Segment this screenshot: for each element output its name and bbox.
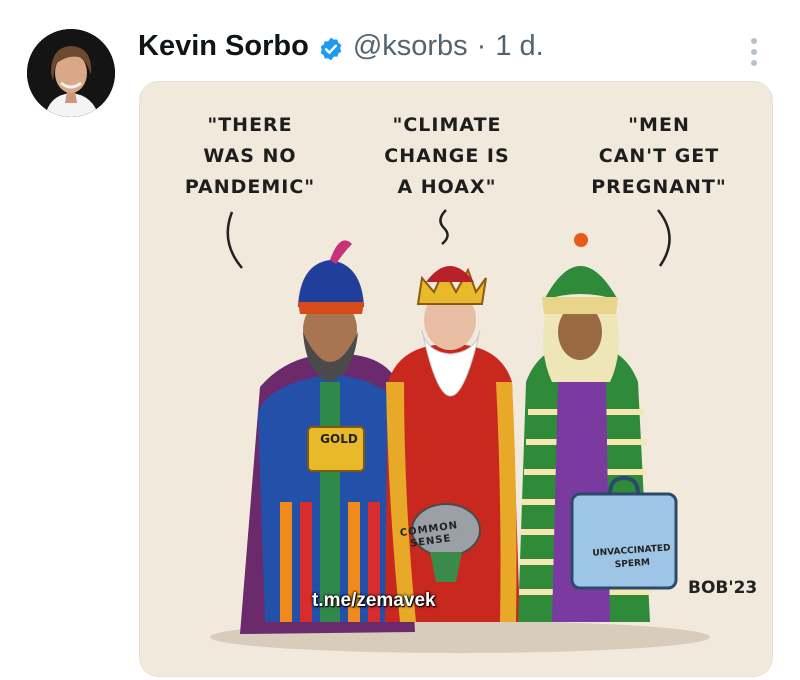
separator-dot: · [476, 30, 487, 62]
tweet-header: Kevin Sorbo @ksorbs · 1 d. [138, 26, 544, 66]
tweet-media-cartoon[interactable]: "THERE WAS NO PANDEMIC" "CLIMATE CHANGE … [139, 81, 773, 677]
artist-signature: BOB'23 [688, 578, 758, 598]
avatar-portrait [27, 29, 115, 117]
author-avatar[interactable] [27, 29, 115, 117]
more-vertical-icon[interactable] [743, 34, 765, 70]
author-name[interactable]: Kevin Sorbo [138, 26, 309, 66]
gift-label-gold: GOLD [320, 432, 358, 446]
watermark-text: t.me/zemavek [312, 590, 436, 611]
post-timestamp[interactable]: 1 d. [495, 26, 543, 66]
speech-quote-middle: "CLIMATE CHANGE IS A HOAX" [384, 114, 510, 198]
speech-quote-right: "MEN CAN'T GET PREGNANT" [591, 114, 727, 198]
author-handle[interactable]: @ksorbs [353, 26, 468, 66]
speech-quote-left: "THERE WAS NO PANDEMIC" [184, 114, 316, 198]
verified-badge-icon [318, 33, 344, 61]
